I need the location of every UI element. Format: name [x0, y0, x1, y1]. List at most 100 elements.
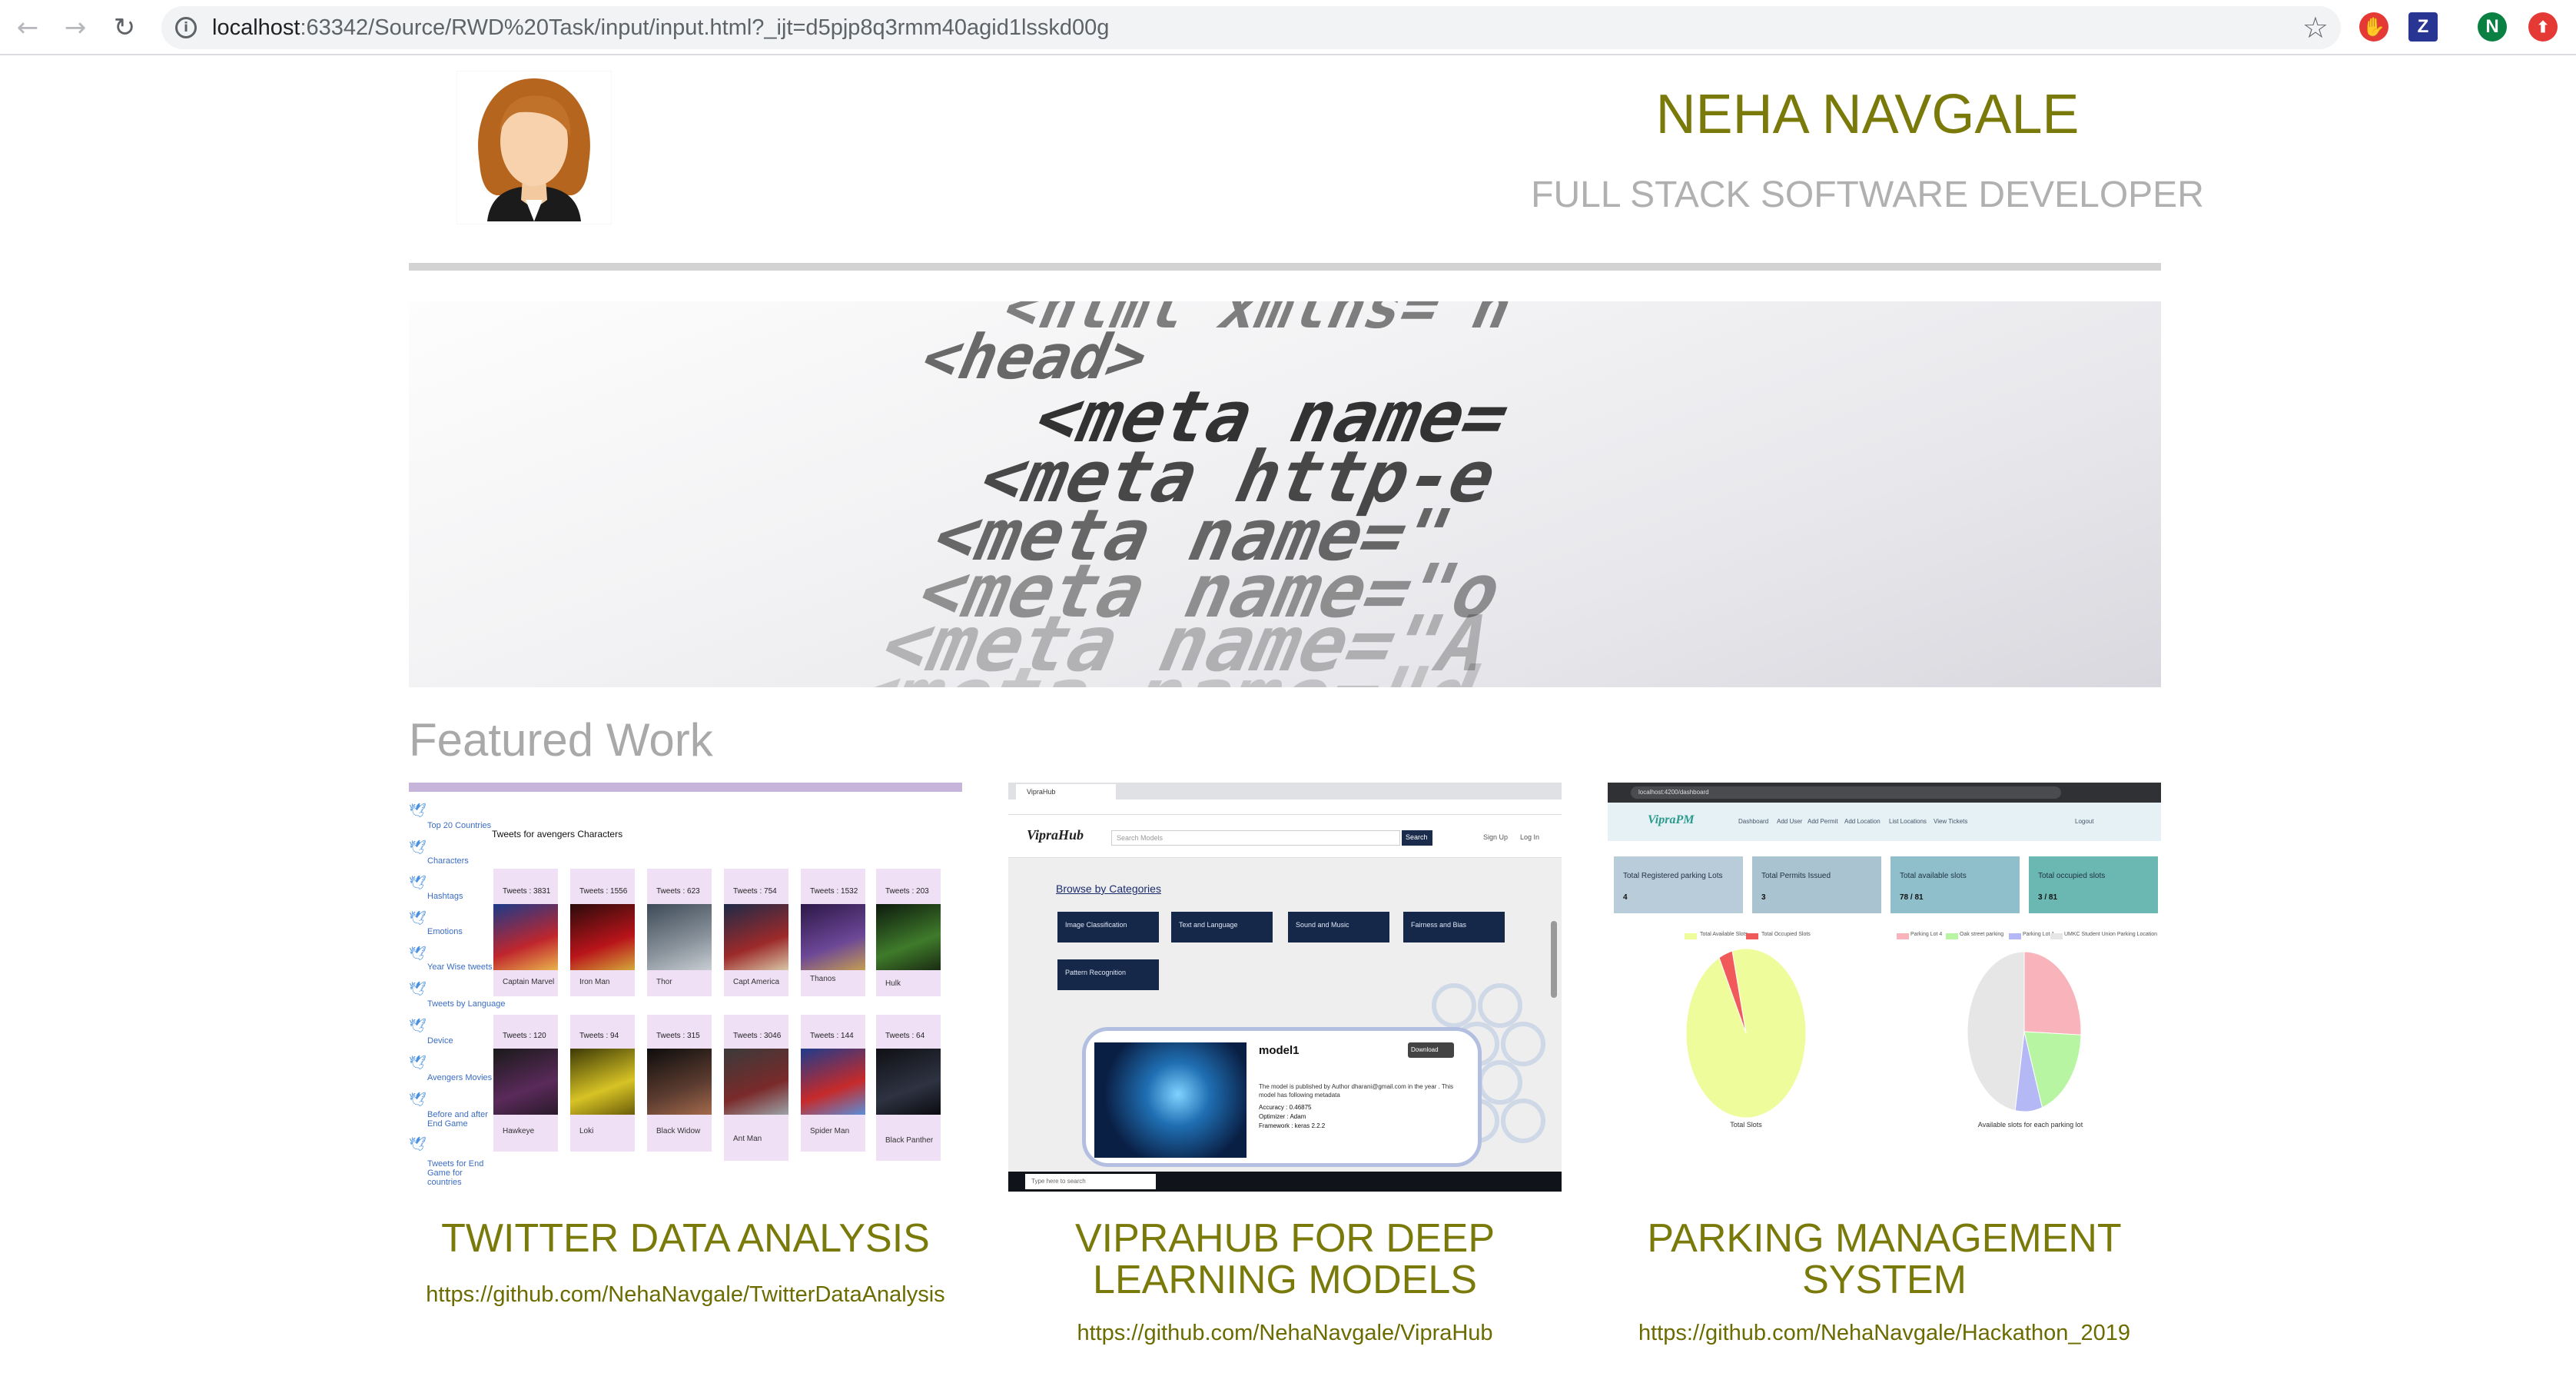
- mini-tab: VipraHub: [1016, 784, 1116, 800]
- twitter-bird-icon: 🕊: [409, 981, 427, 996]
- update-icon[interactable]: ⬆: [2528, 12, 2558, 42]
- stat-value: 78 / 81: [1900, 893, 1924, 902]
- twitter-analysis-screenshot[interactable]: Tweets for avengers Characters 🕊 Top 20 …: [409, 783, 962, 1192]
- url-text[interactable]: localhost:63342/Source/RWD%20Task/input/…: [212, 15, 1109, 41]
- total-slots-pie-chart: [1685, 948, 1807, 1119]
- info-icon[interactable]: i: [175, 17, 197, 38]
- character-name: Black Widow: [656, 1127, 701, 1135]
- black-panther-photo: [876, 1049, 941, 1115]
- github-link-twitter[interactable]: https://github.com/NehaNavgale/TwitterDa…: [409, 1282, 962, 1308]
- adblock-icon[interactable]: ✋: [2359, 12, 2388, 42]
- github-link-viprahub[interactable]: https://github.com/NehaNavgale/VipraHub: [1008, 1321, 1562, 1346]
- sidebar-link: Avengers Movies: [427, 1073, 493, 1082]
- github-link-parking[interactable]: https://github.com/NehaNavgale/Hackathon…: [1608, 1321, 2161, 1346]
- sidebar-link: Hashtags: [427, 892, 463, 901]
- lot-availability-pie-chart: [1967, 951, 2082, 1112]
- browser-toolbar: ← → ↻ i localhost:63342/Source/RWD%20Tas…: [0, 0, 2576, 55]
- model-framework: Framework : keras 2.2.2: [1259, 1122, 1326, 1129]
- hawkeye-photo: [493, 1049, 558, 1115]
- captain-america-photo: [724, 904, 788, 970]
- pie1-label: Total Slots: [1730, 1121, 1762, 1129]
- sidebar-link: Characters: [427, 856, 469, 866]
- profile-avatar-image: [456, 70, 612, 225]
- stat-label: Total Registered parking Lots: [1623, 872, 1723, 880]
- card-title-viprahub: VIPRAHUB FOR DEEP LEARNING MODELS: [1074, 1216, 1495, 1302]
- screenshot-heading: Tweets for avengers Characters: [492, 829, 623, 839]
- character-name: Loki: [579, 1127, 594, 1135]
- twitter-bird-icon: 🕊: [409, 910, 427, 926]
- character-name: Ant Man: [733, 1135, 762, 1143]
- viprahub-logo: VipraHub: [1027, 827, 1084, 843]
- model-description: The model is published by Author dharani…: [1259, 1083, 1453, 1099]
- address-bar[interactable]: i localhost:63342/Source/RWD%20Task/inpu…: [161, 6, 2341, 49]
- sidebar-link: Emotions: [427, 927, 463, 936]
- legend-label: UMKC Student Union Parking Location: [2064, 932, 2158, 937]
- character-name: Black Panther: [885, 1136, 934, 1145]
- mini-nav-signup: Sign Up: [1483, 833, 1509, 841]
- reload-icon[interactable]: ↻: [108, 11, 141, 45]
- sidebar-link: Tweets by Language: [427, 999, 506, 1009]
- pie-slice-parking-lot-4: [2023, 951, 2082, 1036]
- legend-label: Oak street parking: [1960, 932, 2004, 937]
- stat-value: 4: [1623, 893, 1628, 902]
- stat-label: Total occupied slots: [2038, 872, 2106, 880]
- viprapm-logo: VipraPM: [1648, 813, 1695, 826]
- nav-list-locations: List Locations: [1889, 818, 1927, 825]
- stat-card: Total occupied slots 3 / 81: [2029, 856, 2158, 913]
- black-widow-photo: [647, 1049, 712, 1115]
- tweet-count: Tweets : 3831: [503, 887, 551, 896]
- developer-name: NEHA NAVGALE: [1655, 84, 2080, 145]
- code-banner-image: <html xmlns="h <head> <meta name= <meta …: [409, 301, 2161, 687]
- sidebar-link: Top 20 Countries: [427, 821, 492, 830]
- url-host: localhost: [212, 15, 300, 40]
- twitter-bird-icon: 🕊: [409, 1092, 427, 1107]
- stat-value: 3 / 81: [2038, 893, 2058, 902]
- legend-swatch: [2050, 933, 2063, 939]
- twitter-bird-icon: 🕊: [409, 1018, 427, 1033]
- model-name: model1: [1259, 1044, 1300, 1057]
- back-arrow-icon[interactable]: ←: [11, 11, 45, 45]
- legend-swatch: [2009, 933, 2021, 939]
- star-icon[interactable]: ☆: [2302, 11, 2329, 45]
- thor-photo: [647, 904, 712, 970]
- nav-add-location: Add Location: [1844, 818, 1881, 825]
- mini-search-input: Search Models: [1111, 830, 1400, 846]
- stat-value: 3: [1761, 893, 1766, 902]
- browse-categories-link: Browse by Categories: [1056, 883, 1161, 895]
- profile-avatar-icon[interactable]: N: [2478, 12, 2507, 42]
- character-name: Hulk: [885, 979, 901, 988]
- stat-label: Total Permits Issued: [1761, 872, 1831, 880]
- hulk-photo: [876, 904, 941, 970]
- nav-dashboard: Dashboard: [1738, 818, 1769, 825]
- model-brain-image: [1094, 1042, 1247, 1158]
- legend-swatch: [1746, 933, 1758, 939]
- pie2-label: Available slots for each parking lot: [1977, 1121, 2083, 1129]
- twitter-bird-icon: 🕊: [409, 946, 427, 961]
- twitter-bird-icon: 🕊: [409, 1055, 427, 1070]
- tweet-count: Tweets : 1556: [579, 887, 628, 896]
- category-button: Pattern Recognition: [1057, 959, 1159, 990]
- parking-management-screenshot[interactable]: localhost:4200/dashboard VipraPM Dashboa…: [1608, 783, 2161, 1192]
- mini-search-button: Search: [1402, 830, 1432, 846]
- pie-slice-umkc-student-union-parking-location: [1967, 951, 2025, 1112]
- tweet-count: Tweets : 623: [656, 887, 700, 896]
- model-download-button: Download: [1408, 1042, 1454, 1058]
- spider-man-photo: [801, 1049, 865, 1115]
- model-accuracy: Accuracy : 0.46875: [1259, 1104, 1312, 1111]
- legend-label: Parking Lot 4: [1910, 932, 1943, 937]
- zotero-icon[interactable]: Z: [2408, 12, 2438, 42]
- banner-line-8: <meta name="d: [830, 650, 1493, 687]
- tweet-count: Tweets : 754: [733, 887, 777, 896]
- forward-arrow-icon[interactable]: →: [58, 11, 92, 45]
- loki-photo: [570, 1049, 635, 1115]
- legend-swatch: [1685, 933, 1697, 939]
- stat-card: Total available slots 78 / 81: [1891, 856, 2020, 913]
- stat-card: Total Registered parking Lots 4: [1614, 856, 1743, 913]
- stat-label: Total available slots: [1900, 872, 1967, 880]
- tweet-count: Tweets : 120: [503, 1032, 546, 1040]
- sidebar-link: Device: [427, 1036, 453, 1046]
- viprahub-screenshot[interactable]: VipraHub VipraHub Search Models Search S…: [1008, 783, 1562, 1192]
- tweet-count: Tweets : 94: [579, 1032, 619, 1040]
- tweet-count: Tweets : 144: [810, 1032, 854, 1040]
- header-divider: [409, 263, 2161, 271]
